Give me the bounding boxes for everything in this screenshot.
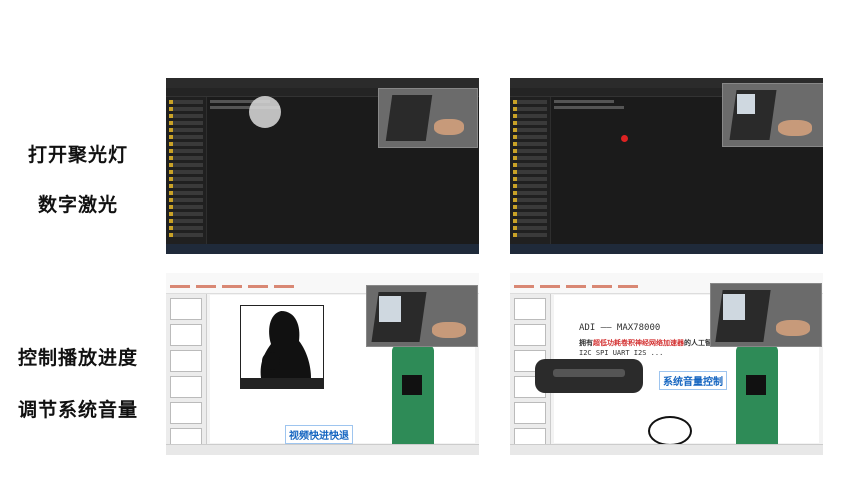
taskbar: [166, 444, 479, 455]
label-digital-laser: 数字激光: [38, 194, 119, 216]
folder-nav-pane: [510, 97, 551, 244]
silhouette-image: [260, 311, 311, 378]
taskbar: [166, 244, 479, 254]
label-control-playback: 控制播放进度: [18, 347, 139, 369]
screenshot-volume: ADI —— MAX78000 拥有超低功耗卷积神经网络加速器的人工智能微 I2…: [510, 273, 823, 455]
zoom-indicator-circle: [648, 416, 692, 446]
webcam-overlay: [378, 88, 478, 148]
laser-pointer-dot: [621, 135, 628, 142]
slide-line2: I2C SPI UART I2S ...: [579, 349, 664, 357]
volume-slider[interactable]: [553, 369, 625, 377]
screenshot-spotlight: [166, 78, 479, 254]
video-player[interactable]: [240, 305, 324, 389]
screenshot-playback: 视频快进快退: [166, 273, 479, 455]
screenshot-laser: [510, 78, 823, 254]
slide-line1: 拥有超低功耗卷积神经网络加速器的人工智能微: [579, 339, 726, 347]
slide-thumbnails: [166, 294, 207, 450]
board-image: [736, 345, 778, 455]
taskbar: [510, 244, 823, 254]
webcam-overlay: [366, 285, 478, 347]
folder-nav-pane: [166, 97, 207, 244]
caption-seek: 视频快进快退: [285, 425, 353, 444]
board-image: [392, 345, 434, 455]
taskbar: [510, 444, 823, 455]
volume-popup-zoomed: [535, 359, 643, 393]
caption-volume: 系统音量控制: [659, 371, 727, 390]
label-adjust-volume: 调节系统音量: [18, 399, 139, 421]
webcam-overlay: [722, 83, 823, 147]
webcam-overlay: [710, 283, 822, 347]
label-open-spotlight: 打开聚光灯: [28, 144, 129, 166]
slide-heading: ADI —— MAX78000: [579, 323, 661, 333]
file-list: [554, 100, 634, 112]
video-progress-bar[interactable]: [241, 378, 323, 388]
window-titlebar: [166, 78, 479, 88]
spotlight-cursor: [249, 96, 281, 128]
